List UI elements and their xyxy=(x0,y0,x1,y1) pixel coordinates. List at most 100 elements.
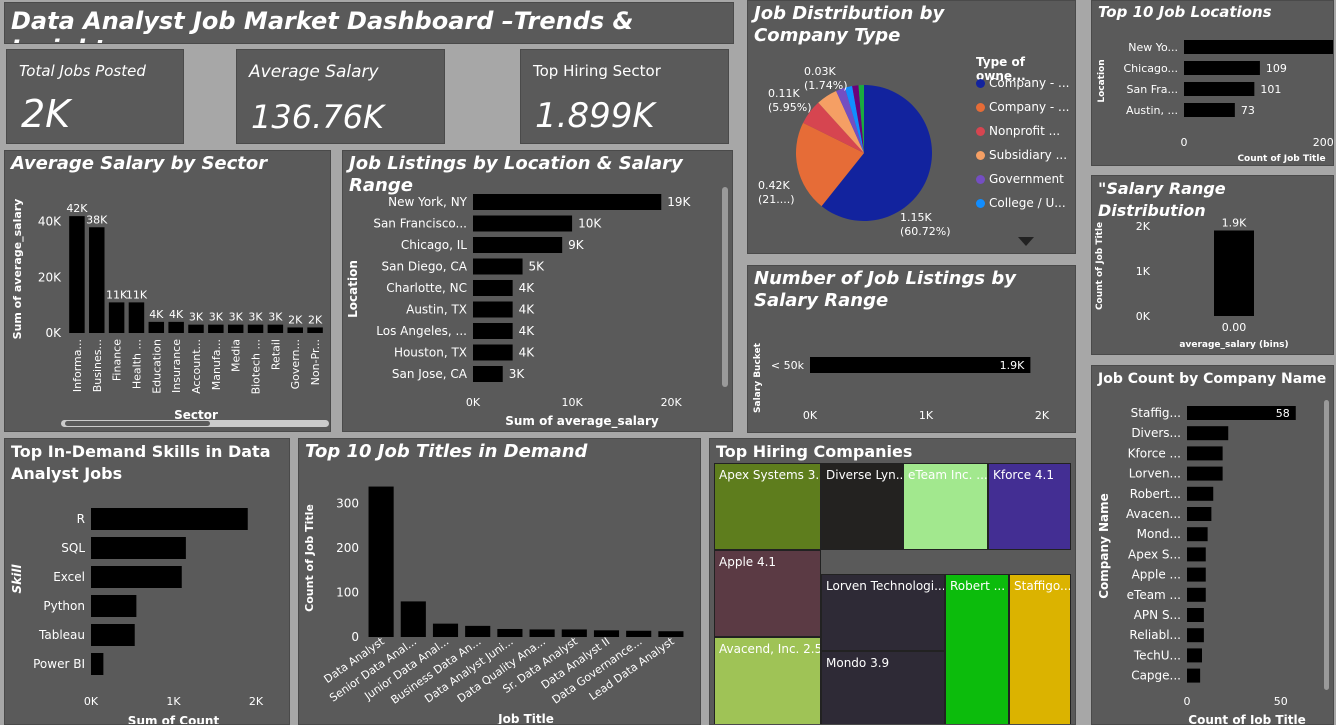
x-tick-label: Manufa... xyxy=(210,339,223,390)
titles-panel[interactable]: Top 10 Job Titles in Demand 0 100 200 300 Da… xyxy=(298,438,701,725)
kpi-average-salary[interactable]: Average Salary 136.76K xyxy=(236,49,445,144)
bar xyxy=(1214,230,1254,316)
sector-scrollbar-thumb[interactable] xyxy=(65,421,210,426)
x-tick-label: Insurance xyxy=(170,339,183,393)
kpi-top-sector-label: Top Hiring Sector xyxy=(533,62,661,80)
data-label: 42K xyxy=(66,202,88,215)
x-tick-label: 0 xyxy=(1181,136,1188,149)
x-tick-label: Govern... xyxy=(289,339,302,389)
bar xyxy=(1184,61,1260,75)
legend-label: Company - ... xyxy=(989,100,1070,114)
company-type-panel[interactable]: Job Distribution by Company Type 1.15K (6… xyxy=(747,0,1076,254)
treemap-tile-label: Apex Systems 3.8 xyxy=(719,468,821,482)
buckets-panel[interactable]: Number of Job Listings by Salary Range <… xyxy=(747,265,1076,433)
data-label: 4K xyxy=(519,303,536,317)
legend-item[interactable]: College / U... xyxy=(976,196,1066,210)
x-tick-label: Busines... xyxy=(91,339,104,392)
treemap-tile[interactable]: Staffigo... xyxy=(1009,574,1071,724)
bar xyxy=(593,630,620,637)
treemap-tile-label: Mondo 3.9 xyxy=(826,656,890,670)
kpi-top-sector-value: 1.899K xyxy=(535,96,655,136)
bar xyxy=(473,301,513,318)
legend-item[interactable]: Subsidiary ... xyxy=(976,148,1067,162)
bar xyxy=(1187,648,1202,663)
category-label: Divers... xyxy=(1131,426,1181,440)
pie-data-label: (21....) xyxy=(758,193,795,206)
bar xyxy=(91,595,137,617)
x-tick-label: Biotech ... xyxy=(250,339,263,394)
bar xyxy=(1184,103,1235,117)
kpi-average-salary-value: 136.76K xyxy=(251,98,384,136)
legend-item[interactable]: Government xyxy=(976,172,1064,186)
treemap-tile[interactable]: Lorven Technologi... xyxy=(821,574,945,651)
location-chart: New York, NY 19K San Francisco... 10K Chicag… xyxy=(346,194,692,429)
data-label: 3K xyxy=(229,311,244,324)
x-tick-label: Account... xyxy=(190,339,203,394)
data-label: 10K xyxy=(578,217,602,231)
y-axis-label: Company Name xyxy=(1097,493,1111,599)
treemap-tile[interactable]: Diverse Lyn... xyxy=(821,463,903,550)
category-label: eTeam ... xyxy=(1127,588,1181,602)
legend-item[interactable]: Company - ... xyxy=(976,76,1070,90)
data-label: 3K xyxy=(209,311,224,324)
treemap-tile-label: Diverse Lyn... xyxy=(826,468,903,482)
bar xyxy=(69,216,85,333)
skills-panel[interactable]: Top In-Demand Skills in Data Analyst Job… xyxy=(4,438,290,725)
data-label: 4K xyxy=(519,346,536,360)
bar xyxy=(473,323,513,339)
treemap-tile[interactable]: Robert ... xyxy=(945,574,1009,724)
treemap-tile[interactable]: Kforce 4.1 xyxy=(988,463,1071,550)
treemap-tile-label: eTeam Inc. ... xyxy=(908,468,988,482)
bar xyxy=(473,280,513,296)
location-chart-panel[interactable]: Job Listings by Location & Salary Range … xyxy=(342,150,733,432)
legend-label: College / U... xyxy=(989,196,1066,210)
category-label: Kforce ... xyxy=(1128,446,1181,460)
legend-item[interactable]: Nonprofit ... xyxy=(976,124,1060,138)
bar xyxy=(658,631,684,637)
kpi-total-jobs[interactable]: Total Jobs Posted 2K xyxy=(6,49,184,144)
legend-item[interactable]: Company - ... xyxy=(976,100,1070,114)
legend-dot xyxy=(976,175,985,184)
buckets-chart: < 50k 1.9K 0K 1K 2K Salary Bucket xyxy=(753,342,1050,422)
kpi-top-sector[interactable]: Top Hiring Sector 1.899K xyxy=(520,49,729,144)
companies-panel[interactable]: Top Hiring Companies Apex Systems 3.8 App… xyxy=(709,438,1076,725)
sector-chart-panel[interactable]: Average Salary by Sector 0K 20K 40K 42K Info… xyxy=(4,150,331,432)
bar xyxy=(1187,547,1206,562)
category-label: Apex S... xyxy=(1128,547,1181,561)
location-scrollbar[interactable] xyxy=(722,187,728,387)
x-tick-label: 20K xyxy=(661,396,683,409)
pie-data-label: 0.42K xyxy=(758,179,790,192)
company-name-panel[interactable]: Job Count by Company Name Staffig... 58 Di… xyxy=(1091,365,1334,725)
legend-scroll-down-icon[interactable] xyxy=(1018,237,1034,246)
company-name-scrollbar[interactable] xyxy=(1324,400,1329,690)
bar xyxy=(1187,567,1206,582)
treemap-tile[interactable]: Apple 4.1 xyxy=(714,550,821,637)
top-locations-panel[interactable]: Top 10 Job Locations New Yo...260Chicago… xyxy=(1091,0,1334,166)
treemap-tile[interactable]: eTeam Inc. ... xyxy=(903,463,988,550)
data-label: 3K xyxy=(189,311,204,324)
x-tick-label: 0.00 xyxy=(1222,321,1247,334)
pie-data-label: 1.15K xyxy=(900,211,932,224)
y-tick-label: 20K xyxy=(38,270,62,284)
treemap-tile[interactable]: Mondo 3.9 xyxy=(821,651,945,724)
x-tick-label: 2K xyxy=(1035,409,1050,422)
category-label: San Diego, CA xyxy=(381,260,467,274)
dashboard-header: Data Analyst Job Market Dashboard –Trend… xyxy=(4,2,734,44)
legend-dot xyxy=(976,151,985,160)
legend-dot xyxy=(976,79,985,88)
category-label: Reliabl... xyxy=(1129,628,1181,642)
x-tick-label: 0K xyxy=(466,396,481,409)
data-label: 4K xyxy=(519,281,536,295)
bar xyxy=(91,624,135,646)
category-label: Robert... xyxy=(1130,487,1181,501)
kpi-total-jobs-label: Total Jobs Posted xyxy=(19,62,146,80)
treemap-tile[interactable]: Avacend, Inc. 2.5 xyxy=(714,637,821,724)
treemap-tile[interactable]: Apex Systems 3.8 xyxy=(714,463,821,550)
range-dist-panel[interactable]: "Salary Range Distribution 0K 1K 2K 1.9K 0.0… xyxy=(1091,175,1334,355)
bar xyxy=(1184,82,1255,96)
bar xyxy=(91,653,104,675)
data-label: 73 xyxy=(1241,104,1255,117)
legend-label: Subsidiary ... xyxy=(989,148,1068,162)
legend-dot xyxy=(976,103,985,112)
bar xyxy=(247,324,264,333)
